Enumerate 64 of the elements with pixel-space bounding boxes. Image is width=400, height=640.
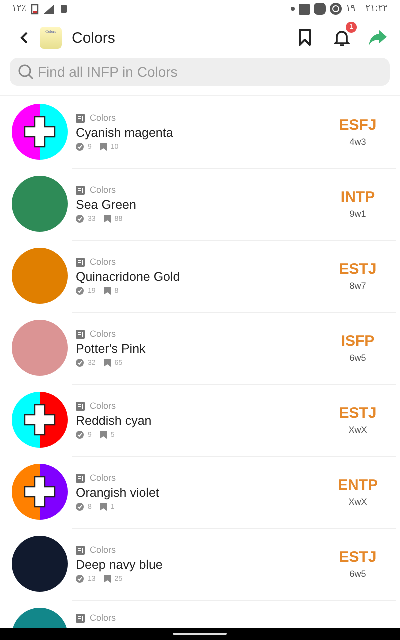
share-icon[interactable] (368, 29, 388, 47)
category-icon (76, 474, 85, 482)
item-name: Cyanish magenta (76, 126, 174, 140)
item-name: Sea Green (76, 198, 138, 212)
bookmark-icon (104, 575, 111, 583)
bookmark-icon (104, 359, 111, 367)
check-icon (76, 503, 84, 511)
search-field[interactable]: Find all INFP in Colors (10, 58, 390, 86)
enneagram-type: XwX (348, 497, 368, 507)
category-icon (76, 330, 85, 338)
check-icon (76, 359, 84, 367)
personality-type: ESTJ (339, 405, 377, 422)
search-icon (18, 64, 34, 80)
item-name: Orangish violet (76, 486, 160, 500)
page-title: Colors (72, 30, 116, 46)
personality-type: ENTP (338, 477, 378, 494)
category-label: Colors (90, 329, 116, 339)
signal-icon (42, 4, 55, 14)
date-text: ١٩ (346, 4, 356, 14)
category-label: Colors (90, 257, 116, 267)
enneagram-type: XwX (348, 425, 368, 435)
enneagram-type: 8w7 (350, 281, 366, 291)
battery-icon (30, 4, 39, 14)
clock: ٢١:٢٢ (366, 4, 388, 14)
category-label: Colors (90, 185, 116, 195)
category-label: Colors (90, 113, 116, 123)
category-icon (76, 114, 85, 122)
back-icon[interactable] (20, 31, 30, 45)
category-icon (76, 402, 85, 410)
category-icon (76, 614, 85, 622)
bookmark-icon (104, 287, 111, 295)
check-icon (76, 215, 84, 223)
category-label: Colors (90, 613, 116, 623)
bookmark-icon[interactable] (298, 29, 312, 47)
category-icon (76, 186, 85, 194)
enneagram-type: 6w5 (350, 569, 366, 579)
category-icon (76, 258, 85, 266)
check-icon (76, 575, 84, 583)
enneagram-type: 4w3 (350, 137, 366, 147)
check-icon (76, 143, 84, 151)
bookmark-icon (100, 503, 107, 511)
personality-type: ESTJ (339, 549, 377, 566)
category-label: Colors (90, 545, 116, 555)
item-name: Quinacridone Gold (76, 270, 182, 284)
item-name: Potter's Pink (76, 342, 147, 356)
personality-type: ISFP (341, 333, 375, 350)
item-name: Reddish cyan (76, 414, 153, 428)
personality-type: ESTJ (339, 261, 377, 278)
category-icon (76, 546, 85, 554)
enneagram-type: 6w5 (350, 353, 366, 363)
dot-icon (290, 7, 295, 11)
check-icon (76, 431, 84, 439)
enneagram-type: 9w1 (350, 209, 366, 219)
personality-type: INTP (340, 189, 376, 206)
bookmark-icon (100, 431, 107, 439)
bell-icon[interactable] (334, 29, 350, 47)
category-label: Colors (90, 401, 116, 411)
category-label: Colors (90, 473, 116, 483)
item-name: Deep navy blue (76, 558, 164, 572)
bookmark-icon (104, 215, 111, 223)
battery-level: ١٢٪ (12, 4, 27, 14)
bookmark-icon (100, 143, 107, 151)
check-icon (76, 287, 84, 295)
personality-type: ESFJ (339, 117, 377, 134)
